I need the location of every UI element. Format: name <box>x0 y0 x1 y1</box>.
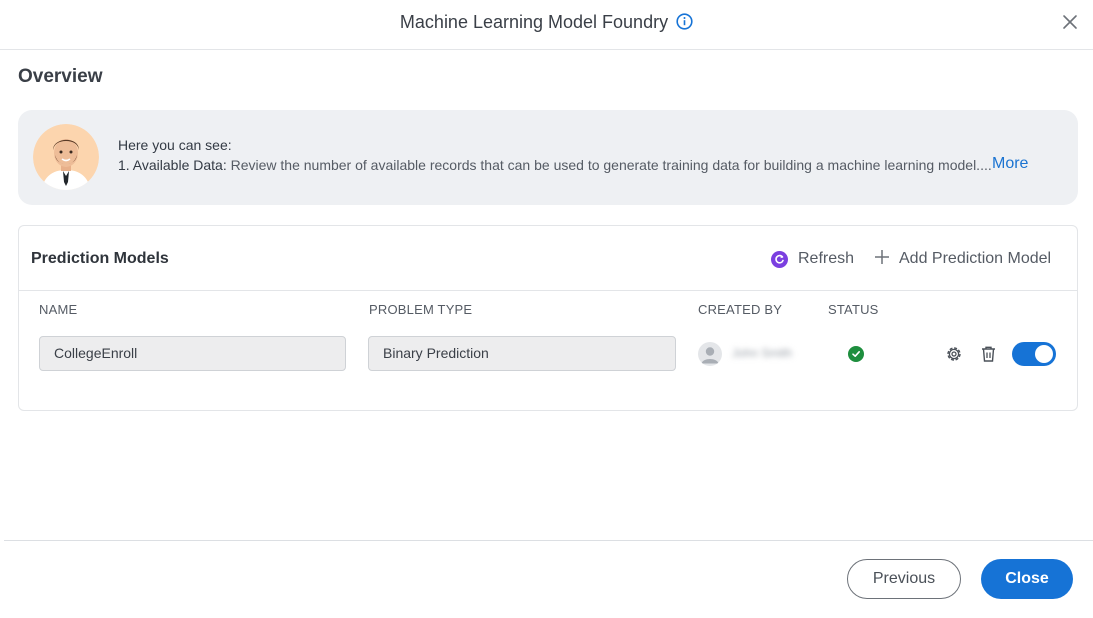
toggle-knob <box>1035 345 1053 363</box>
refresh-button[interactable]: Refresh <box>771 248 854 270</box>
status-success-icon <box>848 346 864 362</box>
user-avatar-icon <box>698 342 722 366</box>
gear-icon[interactable] <box>945 345 963 368</box>
column-header-name: NAME <box>39 302 78 317</box>
problem-type-field: Binary Prediction <box>368 336 676 371</box>
intro-text-body: Review the number of available records t… <box>226 157 992 173</box>
add-prediction-model-button[interactable]: Add Prediction Model <box>874 248 1051 270</box>
model-name-field: CollegeEnroll <box>39 336 346 371</box>
more-link[interactable]: More <box>992 155 1028 173</box>
refresh-label: Refresh <box>798 250 855 267</box>
info-icon[interactable] <box>676 13 693 35</box>
trash-icon[interactable] <box>980 345 997 368</box>
card-divider <box>19 290 1077 291</box>
assistant-avatar <box>33 124 99 190</box>
created-by-name: John Smith <box>732 346 793 360</box>
model-enabled-toggle[interactable] <box>1012 342 1056 366</box>
add-prediction-model-label: Add Prediction Model <box>899 250 1052 267</box>
plus-icon <box>874 249 890 270</box>
dialog-title: Machine Learning Model Foundry <box>399 12 669 32</box>
refresh-icon <box>771 250 788 268</box>
column-header-problem-type: PROBLEM TYPE <box>369 302 473 317</box>
dialog-title-wrap: Machine Learning Model Foundry <box>0 12 1093 35</box>
footer-divider <box>4 540 1093 541</box>
intro-card: Here you can see: 1. Available Data: Rev… <box>18 110 1078 205</box>
intro-text: 1. Available Data: Review the number of … <box>118 157 992 173</box>
overview-title: Overview <box>18 66 103 87</box>
close-button[interactable]: Close <box>981 559 1073 599</box>
dialog-header: Machine Learning Model Foundry <box>0 0 1093 50</box>
prediction-models-card: Prediction Models Refresh Add Prediction… <box>18 225 1078 411</box>
previous-button[interactable]: Previous <box>847 559 961 599</box>
intro-text-lead: 1. Available Data: <box>118 157 227 173</box>
intro-heading: Here you can see: <box>118 137 232 153</box>
prediction-models-title: Prediction Models <box>31 250 169 267</box>
close-icon[interactable] <box>1061 13 1079 31</box>
column-header-created-by: CREATED BY <box>698 302 783 317</box>
column-header-status: STATUS <box>828 302 879 317</box>
